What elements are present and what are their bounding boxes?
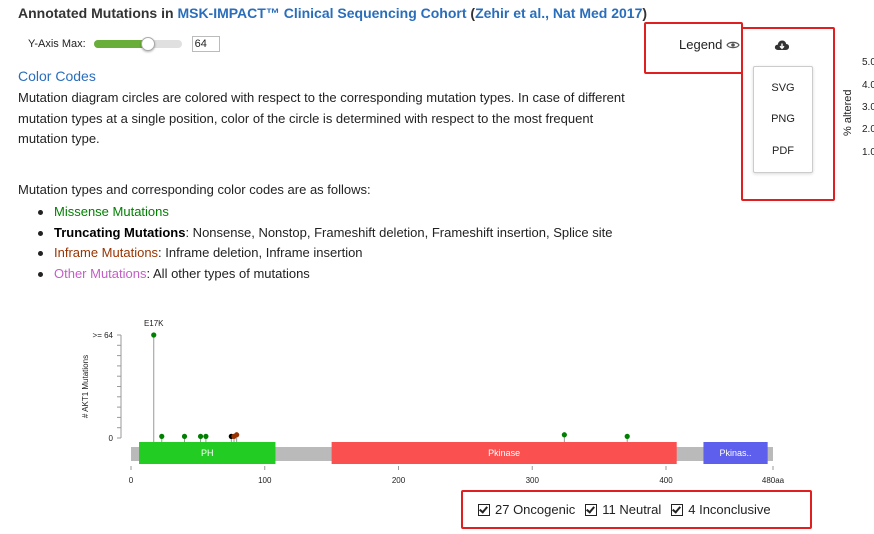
study-link[interactable]: MSK-IMPACT™ Clinical Sequencing Cohort (177, 5, 466, 21)
filter-highlight-box (461, 490, 812, 529)
percent-altered-axis-label: % altered (842, 89, 854, 136)
lollipop-chart: >= 64 0 # AKT1 Mutations PH Pkinase Pkinas..… (81, 319, 785, 485)
lollipop-point (624, 433, 630, 439)
y-axis-max-slider[interactable] (93, 37, 182, 51)
list-item: Other Mutations: All other types of muta… (18, 264, 638, 285)
lollipop-points: E17K (144, 319, 630, 442)
citation-link[interactable]: Zehir et al., Nat Med 2017 (475, 5, 642, 21)
y-axis-max-label: Y-Axis Max: (28, 38, 86, 50)
side-tick-1: 1.0 (862, 147, 874, 158)
lollipop-x-ticks: 0 100 200 300 400 480aa (129, 466, 785, 485)
inframe-label: Inframe Mutations (54, 245, 159, 260)
other-label: Other Mutations (54, 265, 147, 281)
side-tick-4: 4.0 (862, 80, 874, 91)
slider-fill (93, 40, 148, 48)
color-codes-title: Color Codes (18, 68, 96, 84)
mutation-types-intro: Mutation types and corresponding color c… (18, 182, 371, 197)
y-axis-label: # AKT1 Mutations (81, 355, 90, 418)
y-axis-max-control: Y-Axis Max: 64 (28, 36, 220, 52)
side-tick-5: 5.0 (862, 57, 874, 68)
list-item: Truncating Mutations: Nonsense, Nonstop,… (18, 223, 638, 244)
x-tick-label: 400 (659, 476, 673, 485)
hotspot-label: E17K (144, 319, 164, 328)
domain-label: Pkinase (488, 448, 520, 458)
download-highlight-box (741, 27, 835, 201)
inframe-detail: : Inframe deletion, Inframe insertion (158, 245, 363, 260)
x-tick-label: 300 (526, 476, 540, 485)
lollipop-point (197, 433, 204, 439)
y-max-label: >= 64 (93, 331, 114, 340)
mutation-types-list: Missense Mutations Truncating Mutations:… (18, 202, 638, 284)
slider-handle[interactable] (140, 37, 155, 51)
lollipop-point (151, 332, 157, 338)
side-tick-3: 3.0 (862, 102, 874, 113)
lollipop-point (159, 433, 165, 439)
domain-label: PH (201, 448, 214, 458)
title-paren-close: ) (642, 5, 648, 21)
x-tick-label: 200 (392, 476, 406, 485)
lollipop-point (561, 432, 567, 438)
color-codes-description: Mutation diagram circles are colored wit… (18, 90, 625, 146)
domain-label: Pkinas.. (720, 448, 752, 458)
lollipop-axes: >= 64 0 # AKT1 Mutations (81, 331, 122, 443)
x-tick-label: 100 (258, 476, 272, 485)
truncating-label: Truncating Mutations (54, 224, 186, 240)
missense-label: Missense Mutations (54, 204, 169, 219)
list-item: Inframe Mutations: Inframe deletion, Inf… (18, 243, 638, 264)
y-axis-max-input[interactable]: 64 (191, 36, 220, 52)
legend-highlight-box (644, 22, 743, 74)
lollipop-point (234, 432, 240, 438)
title-paren-open: ( (466, 5, 476, 21)
other-detail: : All other types of mutations (146, 265, 310, 281)
list-item: Missense Mutations (18, 202, 638, 223)
lollipop-domains: PH Pkinase Pkinas.. (131, 442, 773, 464)
truncating-detail: : Nonsense, Nonstop, Frameshift deletion… (185, 224, 613, 240)
title-prefix: Annotated Mutations in (18, 5, 178, 21)
x-tick-label: 0 (129, 476, 134, 485)
page-title: Annotated Mutations in MSK-IMPACT™ Clini… (18, 5, 647, 21)
lollipop-point (181, 433, 188, 439)
x-tick-label: 480aa (762, 476, 785, 485)
lollipop-point (203, 433, 209, 439)
y-zero-label: 0 (109, 434, 114, 443)
side-tick-2: 2.0 (862, 124, 874, 135)
